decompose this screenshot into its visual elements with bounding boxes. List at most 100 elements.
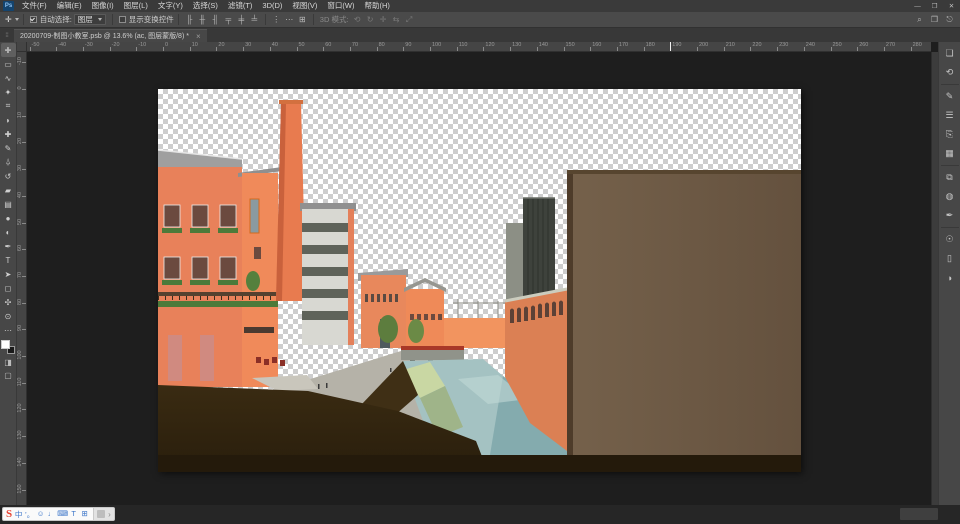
clone-source-panel-icon[interactable]: ⎘: [940, 125, 960, 144]
close-button[interactable]: ✕: [943, 0, 960, 12]
restore-button[interactable]: ❐: [926, 0, 943, 12]
vertical-scrollbar[interactable]: [931, 52, 938, 505]
histogram-panel-icon[interactable]: ◑: [940, 268, 960, 287]
ruler-origin-corner[interactable]: [17, 42, 27, 52]
punctuation-icon[interactable]: ’。: [24, 509, 35, 520]
vertical-ruler[interactable]: -100102030405060708090100110120130140150: [17, 52, 27, 505]
notes-panel-icon[interactable]: ▯: [940, 249, 960, 268]
dodge-tool[interactable]: ◐: [1, 225, 16, 239]
history-brush-tool[interactable]: ↺: [1, 169, 16, 183]
voice-input-icon[interactable]: ♩: [46, 509, 57, 520]
rectangular-marquee-tool[interactable]: ▭: [1, 57, 16, 71]
document-tab[interactable]: 20200709-制图小教室.psb @ 13.6% (ac, 图层蒙版/8) …: [14, 29, 207, 42]
tool-preset-caret-icon[interactable]: [15, 18, 19, 21]
ruler-label: 30: [17, 163, 23, 173]
ruler-label: -40: [58, 42, 66, 48]
menu-item[interactable]: 滤镜(T): [223, 0, 258, 12]
magic-wand-tool[interactable]: ✦: [1, 85, 16, 99]
spot-healing-brush-tool[interactable]: ✚: [1, 127, 16, 141]
menu-item[interactable]: 图像(I): [87, 0, 119, 12]
ruler-label: 120: [485, 42, 494, 48]
3d-roll-icon[interactable]: ↻: [364, 13, 377, 26]
input-mode-icon[interactable]: 中: [13, 509, 24, 520]
hand-tool[interactable]: ✣: [1, 295, 16, 309]
pen-tool[interactable]: ✒: [1, 239, 16, 253]
screen-mode-button[interactable]: ▢: [1, 369, 16, 382]
layers-panel-icon[interactable]: ⧉: [940, 168, 960, 187]
paths-panel-icon[interactable]: ✒: [940, 206, 960, 225]
align-horizontal-centers-icon[interactable]: ╫: [196, 13, 209, 26]
menu-item[interactable]: 3D(D): [257, 0, 287, 12]
ruler-label: 220: [752, 42, 761, 48]
crop-tool[interactable]: ⌗: [1, 99, 16, 113]
eraser-tool[interactable]: ▰: [1, 183, 16, 197]
menu-item[interactable]: 图层(L): [119, 0, 153, 12]
swatches-panel-icon[interactable]: ❏: [940, 44, 960, 63]
blur-tool[interactable]: ●: [1, 211, 16, 225]
ruler-label: 100: [17, 350, 23, 360]
properties-panel-icon[interactable]: ☰: [940, 106, 960, 125]
workspace-switcher-icon[interactable]: ❒: [928, 13, 941, 26]
menu-item[interactable]: 视图(V): [287, 0, 322, 12]
3d-slide-icon[interactable]: ⇆: [390, 13, 403, 26]
brush-settings-panel-icon[interactable]: ✎: [940, 87, 960, 106]
libraries-panel-icon[interactable]: ▦: [940, 144, 960, 163]
brush-tool[interactable]: ✎: [1, 141, 16, 155]
align-vertical-centers-icon[interactable]: ╪: [235, 13, 248, 26]
distribute-vertical-icon[interactable]: ⋮: [270, 13, 283, 26]
align-left-edges-icon[interactable]: ╟: [183, 13, 196, 26]
emoticon-icon[interactable]: ☺: [35, 509, 46, 520]
path-selection-tool[interactable]: ➤: [1, 267, 16, 281]
auto-select-dropdown[interactable]: 图层: [74, 14, 106, 25]
tab-close-icon[interactable]: ×: [196, 32, 201, 41]
quick-mask-button[interactable]: ◨: [1, 356, 16, 369]
menu-item[interactable]: 文件(F): [17, 0, 52, 12]
3d-zoom-icon[interactable]: ⤢: [403, 13, 416, 26]
tray-item[interactable]: [900, 508, 938, 520]
edit-toolbar-button[interactable]: ⋯: [1, 323, 16, 337]
lasso-tool[interactable]: ∿: [1, 71, 16, 85]
align-top-edges-icon[interactable]: ╤: [222, 13, 235, 26]
move-tool[interactable]: ✛: [1, 43, 16, 57]
sogou-logo-icon[interactable]: S: [6, 508, 12, 520]
menu-item[interactable]: 窗口(W): [322, 0, 359, 12]
align-right-edges-icon[interactable]: ╢: [209, 13, 222, 26]
menu-item[interactable]: 编辑(E): [52, 0, 87, 12]
skin-icon[interactable]: T: [68, 509, 79, 520]
search-icon[interactable]: ⌕: [913, 13, 926, 26]
horizontal-ruler[interactable]: -50-40-30-20-100102030405060708090100110…: [27, 42, 931, 52]
distribute-spacing-icon[interactable]: ⊞: [296, 13, 309, 26]
show-transform-checkbox[interactable]: [119, 16, 126, 23]
dock-divider: [941, 165, 959, 166]
gradient-tool[interactable]: ▤: [1, 197, 16, 211]
canvas[interactable]: [158, 89, 801, 472]
channels-panel-icon[interactable]: ◍: [940, 187, 960, 206]
photoshop-app-icon[interactable]: Ps: [3, 1, 14, 11]
share-icon[interactable]: ⎋: [943, 13, 956, 26]
ruler-tick: [750, 47, 751, 51]
align-bottom-edges-icon[interactable]: ╧: [248, 13, 261, 26]
auto-select-checkbox[interactable]: [30, 16, 37, 23]
menu-item[interactable]: 文字(Y): [153, 0, 188, 12]
clone-stamp-tool[interactable]: ⍙: [1, 155, 16, 169]
ime-expand-icon[interactable]: ›: [108, 510, 111, 519]
distribute-horizontal-icon[interactable]: ⋯: [283, 13, 296, 26]
rectangle-tool[interactable]: ◻: [1, 281, 16, 295]
3d-pan-icon[interactable]: ✛: [377, 13, 390, 26]
ruler-label: 150: [566, 42, 575, 48]
eyedropper-tool[interactable]: ◗: [1, 113, 16, 127]
ime-state-icon[interactable]: [97, 510, 105, 518]
minimize-button[interactable]: —: [909, 0, 926, 12]
menu-item[interactable]: 选择(S): [188, 0, 223, 12]
type-tool[interactable]: T: [1, 253, 16, 267]
history-panel-icon[interactable]: ⟲: [940, 63, 960, 82]
3d-orbit-icon[interactable]: ⟲: [351, 13, 364, 26]
tab-overflow-icon[interactable]: ⁞⁞: [0, 29, 14, 42]
zoom-tool[interactable]: ⊙: [1, 309, 16, 323]
ruler-tick: [831, 47, 832, 51]
foreground-color-swatch[interactable]: [1, 340, 10, 349]
menu-item[interactable]: 帮助(H): [360, 0, 395, 12]
toolbox-icon[interactable]: ⊞: [79, 509, 90, 520]
soft-keyboard-icon[interactable]: ⌨: [57, 509, 68, 520]
learn-panel-icon[interactable]: ☉: [940, 230, 960, 249]
